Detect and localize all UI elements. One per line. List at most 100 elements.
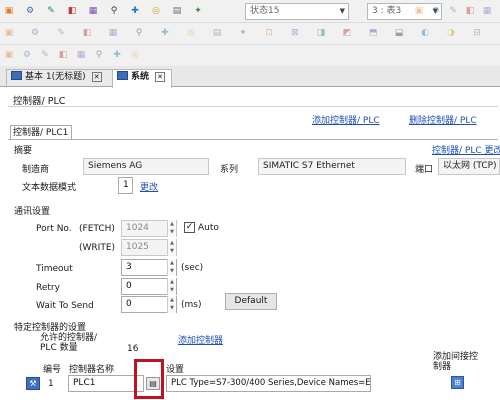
wrench-icon[interactable]: ⚒ bbox=[26, 377, 40, 390]
column-number: 编号 bbox=[43, 365, 62, 375]
default-button[interactable]: Default bbox=[225, 293, 277, 310]
screen-combo-value: 3 : 表3 bbox=[372, 6, 402, 16]
auto-checkbox[interactable]: ✓ bbox=[184, 222, 195, 233]
fetch-spinner[interactable]: ▲ ▼ bbox=[167, 220, 176, 237]
library-icon[interactable]: ▦ bbox=[86, 4, 100, 18]
close-icon[interactable]: ✕ bbox=[91, 72, 102, 82]
specific-settings-heading: 特定控制器的设置 bbox=[14, 323, 87, 333]
settings-icon[interactable]: ▤ bbox=[146, 377, 160, 390]
close-window-icon[interactable]: ▤ bbox=[170, 4, 184, 18]
ungroup-icon[interactable]: ◩ bbox=[340, 26, 354, 40]
tab-plc1[interactable]: 控制器/ PLC1 bbox=[10, 125, 72, 140]
align-right-icon[interactable]: ▤ bbox=[210, 26, 224, 40]
allowed-controllers-count: 16 bbox=[127, 344, 139, 354]
view-a-icon[interactable]: ▣ bbox=[412, 4, 426, 18]
format-1-icon[interactable]: ▣ bbox=[2, 48, 16, 62]
grid-snap-icon[interactable]: ⊟ bbox=[470, 26, 484, 40]
grid-icon[interactable]: ⚙ bbox=[23, 4, 37, 18]
toolbar-divider bbox=[0, 22, 500, 23]
change-text-mode-link[interactable]: 更改 bbox=[140, 180, 158, 193]
controller-name-field[interactable]: PLC1 bbox=[68, 375, 144, 392]
write-spinner[interactable]: ▲ ▼ bbox=[167, 239, 176, 256]
summary-heading: 摘要 bbox=[14, 146, 33, 156]
key-icon[interactable]: ▣ bbox=[2, 26, 16, 40]
text-data-mode-label: 文本数据模式 bbox=[22, 183, 77, 193]
align-left-icon[interactable]: ✚ bbox=[158, 26, 172, 40]
palette-icon[interactable]: ✎ bbox=[44, 4, 58, 18]
format-8-icon[interactable]: ◎ bbox=[128, 48, 142, 62]
retry-label: Retry bbox=[36, 283, 60, 293]
divider bbox=[8, 106, 498, 107]
timeout-spinner[interactable]: ▲ ▼ bbox=[167, 259, 176, 276]
format-5-icon[interactable]: ▦ bbox=[74, 48, 88, 62]
tab-plc1-label: 控制器/ PLC1 bbox=[13, 128, 69, 138]
format-4-icon[interactable]: ◧ bbox=[56, 48, 70, 62]
lock-icon[interactable]: ◑ bbox=[444, 26, 458, 40]
back-icon[interactable]: ◐ bbox=[418, 26, 432, 40]
port-label: 端口 bbox=[415, 165, 434, 175]
view-d-icon[interactable]: ◧ bbox=[463, 4, 477, 18]
wait-spinner[interactable]: ▲ ▼ bbox=[167, 296, 176, 313]
series-label: 系列 bbox=[220, 165, 239, 175]
folder-icon[interactable]: ▣ bbox=[2, 4, 16, 18]
order-icon[interactable]: ⬒ bbox=[366, 26, 380, 40]
tab-basic-1[interactable]: 基本 1(无标题) ✕ bbox=[6, 69, 124, 86]
brush-icon[interactable]: ✦ bbox=[191, 4, 205, 18]
column-controller-name: 控制器名称 bbox=[69, 365, 115, 375]
add-controller-link[interactable]: 添加控制器/ PLC bbox=[312, 113, 380, 126]
wait-unit: (ms) bbox=[181, 300, 202, 310]
layer-icon[interactable]: ⊠ bbox=[288, 26, 302, 40]
filter-icon[interactable]: ◎ bbox=[149, 4, 163, 18]
view-e-icon[interactable]: ▦ bbox=[480, 4, 494, 18]
help-icon[interactable]: ⚙ bbox=[28, 26, 42, 40]
globe-icon[interactable]: ⚲ bbox=[132, 26, 146, 40]
zoom-out-icon[interactable]: ▦ bbox=[106, 26, 120, 40]
format-6-icon[interactable]: ⚲ bbox=[92, 48, 106, 62]
warning-icon[interactable]: ✎ bbox=[54, 26, 68, 40]
distribute-icon[interactable]: ✦ bbox=[236, 26, 250, 40]
view-c-icon[interactable]: ✎ bbox=[446, 4, 460, 18]
front-icon[interactable]: ⬓ bbox=[392, 26, 406, 40]
format-7-icon[interactable]: ✚ bbox=[110, 48, 124, 62]
comm-settings-heading: 通讯设置 bbox=[14, 207, 51, 217]
view-b-icon[interactable]: ⚙ bbox=[429, 4, 443, 18]
state-combo-value: 状态15 bbox=[250, 6, 280, 16]
format-3-icon[interactable]: ✎ bbox=[38, 48, 52, 62]
allowed-controllers-label: 允许的控制器/ PLC 数量 bbox=[40, 333, 98, 353]
close-icon[interactable]: ✕ bbox=[155, 72, 166, 82]
manufacturer-label: 制造商 bbox=[22, 165, 50, 175]
port-no-label: Port No. bbox=[36, 224, 72, 234]
controller-plc-change-link[interactable]: 控制器/ PLC 更改 bbox=[432, 143, 500, 156]
network-icon[interactable]: ✚ bbox=[128, 4, 142, 18]
format-2-icon[interactable]: ⚙ bbox=[20, 48, 34, 62]
timeout-label: Timeout bbox=[36, 264, 73, 274]
chevron-down-icon[interactable]: ▼ bbox=[340, 4, 345, 19]
controller-settings-field: PLC Type=S7-300/400 Series,Device Names=… bbox=[166, 375, 371, 392]
toolbar-divider bbox=[0, 44, 500, 45]
rotate-icon[interactable]: ⊡ bbox=[262, 26, 276, 40]
tab-system[interactable]: 系统 ✕ bbox=[112, 69, 172, 88]
auto-label: Auto bbox=[198, 223, 219, 233]
add-indirect-icon[interactable]: ⊞ bbox=[451, 376, 464, 389]
retry-spinner[interactable]: ▲ ▼ bbox=[167, 278, 176, 295]
series-field: SIMATIC S7 Ethernet bbox=[258, 158, 406, 175]
fetch-label: (FETCH) bbox=[79, 224, 115, 234]
tab-basic-1-label: 基本 1(无标题) bbox=[25, 72, 86, 82]
manufacturer-field: Siemens AG bbox=[83, 158, 209, 175]
panel-title: 控制器/ PLC bbox=[13, 96, 66, 107]
state-combo[interactable]: 状态15 ▼ bbox=[245, 3, 349, 20]
text-data-mode-field: 1 bbox=[118, 177, 133, 194]
add-device-link[interactable]: 添加控制器 bbox=[178, 333, 223, 346]
port-field: 以太网 (TCP) bbox=[438, 158, 500, 175]
tree-icon[interactable]: ⚲ bbox=[107, 4, 121, 18]
image-icon[interactable]: ◧ bbox=[65, 4, 79, 18]
screen-icon bbox=[117, 71, 128, 80]
wait-to-send-label: Wait To Send bbox=[36, 301, 94, 311]
delete-controller-link[interactable]: 删除控制器/ PLC bbox=[409, 113, 477, 126]
column-add-indirect: 添加间接控 制器 bbox=[433, 352, 479, 372]
align-center-icon[interactable]: ◎ bbox=[184, 26, 198, 40]
screen-icon bbox=[11, 71, 22, 80]
tab-system-label: 系统 bbox=[131, 72, 150, 82]
zoom-in-icon[interactable]: ◧ bbox=[80, 26, 94, 40]
group-icon[interactable]: ◨ bbox=[314, 26, 328, 40]
